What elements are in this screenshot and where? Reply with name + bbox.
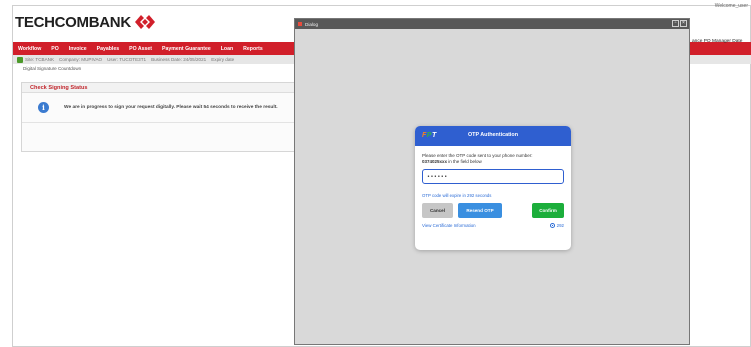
resend-otp-button[interactable]: Resend OTP <box>458 203 502 218</box>
otp-phone-number: 0374025xxx <box>422 159 448 164</box>
dialog-controls: ▫ × <box>671 20 687 27</box>
menu-item-workflow[interactable]: Workflow <box>13 46 46 52</box>
otp-body: Please enter the OTP code sent to your p… <box>415 146 571 231</box>
panel-title: Check Signing Status <box>22 83 295 93</box>
brand-name: TECHCOMBANK <box>15 13 131 31</box>
info-company: Company: MUPIVAO <box>59 57 103 62</box>
user-greeting: Welcome_user <box>714 3 748 9</box>
restore-icon[interactable]: ▫ <box>672 20 679 27</box>
menu-item-payment-guarantee[interactable]: Payment Guarantee <box>157 46 216 52</box>
signing-progress-message: We are in progress to sign your request … <box>64 105 278 110</box>
otp-instruction-text: Please enter the OTP code sent to your p… <box>422 153 533 158</box>
techcombank-logo: TECHCOMBANK <box>15 11 155 33</box>
menu-item-reports[interactable]: Reports <box>238 46 268 52</box>
check-signing-status-panel: Check Signing Status i We are in progres… <box>21 82 296 152</box>
breadcrumb: Digital Signature Countdown <box>23 66 82 71</box>
cancel-button[interactable]: Cancel <box>422 203 453 218</box>
otp-countdown: 292 <box>549 223 564 228</box>
otp-instruction: Please enter the OTP code sent to your p… <box>422 153 564 165</box>
otp-card: F P T OTP Authentication Please enter th… <box>415 126 571 250</box>
techcombank-mark-icon <box>134 14 155 30</box>
otp-footer: View Certificate Information 292 <box>422 223 564 231</box>
menu-item-po-asset[interactable]: PO Asset <box>124 46 157 52</box>
otp-instruction-tail: in the field below <box>447 159 482 164</box>
session-info-bar: Site: TCBANK Company: MUPIVAO User: TUCO… <box>13 55 296 64</box>
otp-expire-text: OTP code will expire in 292 seconds <box>422 193 492 198</box>
countdown-value: 292 <box>556 223 564 228</box>
confirm-button[interactable]: Confirm <box>532 203 564 218</box>
menu-item-invoice[interactable]: Invoice <box>64 46 92 52</box>
home-icon[interactable] <box>17 56 23 63</box>
info-expiry: Expiry date <box>211 57 235 62</box>
info-site: Site: TCBANK <box>25 57 55 62</box>
session-info-bar-right <box>690 55 751 64</box>
menu-item-po[interactable]: PO <box>46 46 64 52</box>
clock-icon <box>549 223 555 228</box>
close-icon[interactable]: × <box>680 20 687 27</box>
dialog-titlebar[interactable]: Dialog ▫ × <box>295 19 689 29</box>
panel-body: i We are in progress to sign your reques… <box>22 93 295 123</box>
main-menu: Workflow PO Invoice Payables PO Asset Pa… <box>13 42 296 55</box>
otp-button-row: Cancel Resend OTP Confirm <box>422 203 564 219</box>
menu-right-items[interactable]: ance PO Manager Date <box>692 39 742 44</box>
menu-item-payables[interactable]: Payables <box>92 46 125 52</box>
info-icon: i <box>38 102 49 113</box>
dialog-title: Dialog <box>305 21 319 27</box>
info-user: User: TUCOTE3T1 <box>107 57 147 62</box>
dialog-app-icon <box>298 22 302 26</box>
info-business-date: Business Date: 24/05/2021 <box>151 57 207 62</box>
menu-item-loan[interactable]: Loan <box>216 46 238 52</box>
otp-header: F P T OTP Authentication <box>415 126 571 146</box>
otp-code-input[interactable] <box>422 169 564 184</box>
dialog-window: Dialog ▫ × F P T OTP Authentication Plea… <box>294 18 690 345</box>
otp-title: OTP Authentication <box>467 132 518 138</box>
view-certificate-link[interactable]: View Certificate Information <box>422 223 476 228</box>
